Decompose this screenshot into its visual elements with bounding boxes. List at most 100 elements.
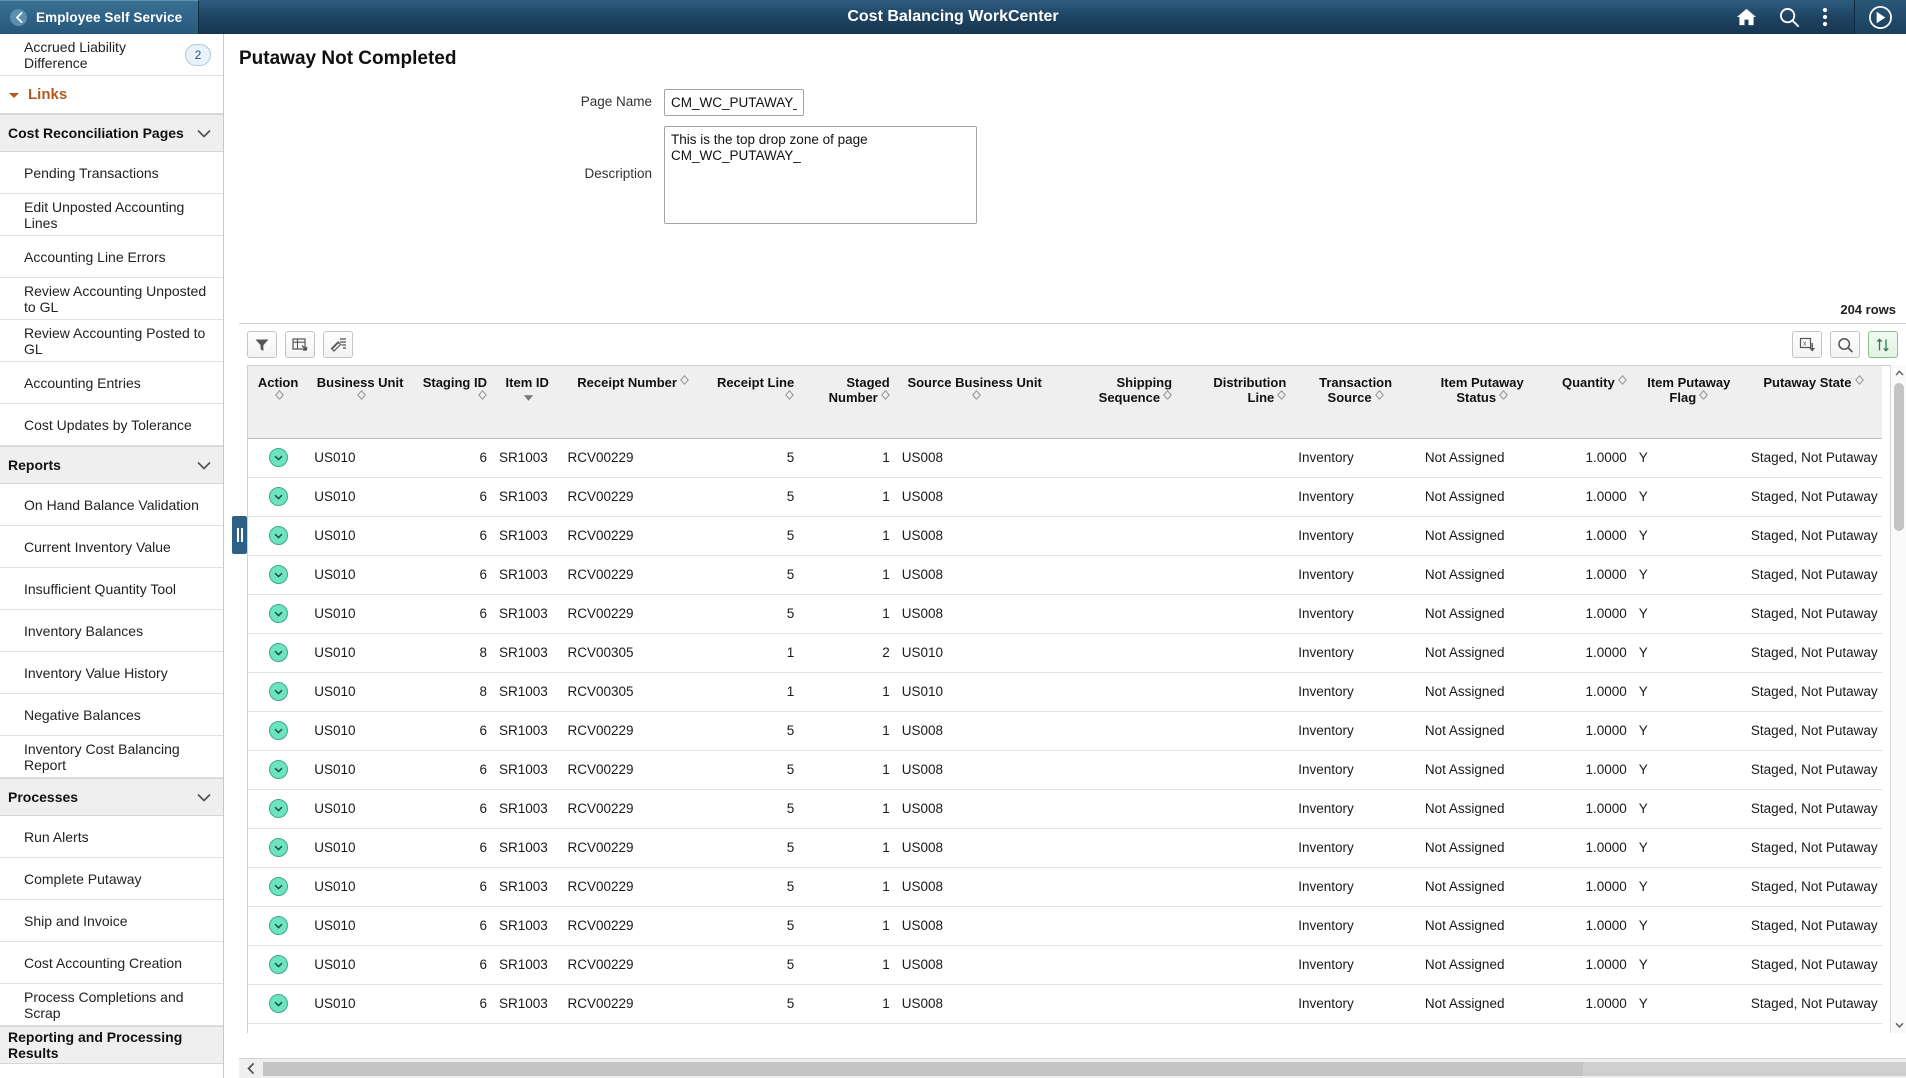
page-name-input[interactable]	[664, 89, 804, 116]
filter-icon[interactable]	[247, 331, 277, 358]
row-actions-chevron-down-icon[interactable]	[269, 838, 288, 857]
row-action-cell[interactable]	[248, 906, 308, 945]
column-header-transaction-source[interactable]: Transaction Source	[1292, 366, 1419, 438]
column-header-receipt-number[interactable]: Receipt Number	[561, 366, 704, 438]
table-row[interactable]: US0106SR1003RCV0022951US008InventoryNot …	[248, 984, 1882, 1023]
row-action-cell[interactable]	[248, 672, 308, 711]
sidebar-item-current-inventory-value[interactable]: Current Inventory Value	[0, 526, 223, 568]
sidebar-group-reports[interactable]: Reports	[0, 446, 223, 484]
sort-toggle-icon[interactable]	[1615, 378, 1627, 390]
table-row[interactable]: US0106SR1003RCV0022951US008InventoryNot …	[248, 867, 1882, 906]
row-action-cell[interactable]	[248, 789, 308, 828]
sidebar-item-review-accounting-posted-to-gl[interactable]: Review Accounting Posted to GL	[0, 320, 223, 362]
table-row[interactable]: US0108SR1003RCV0030511US010InventoryNot …	[248, 672, 1882, 711]
column-header-putaway-state[interactable]: Putaway State	[1745, 366, 1882, 438]
sidebar-group-reporting-and-processing-results[interactable]: Reporting and Processing Results	[0, 1026, 223, 1064]
search-icon[interactable]	[1779, 7, 1800, 28]
sidebar-item-insufficient-quantity-tool[interactable]: Insufficient Quantity Tool	[0, 568, 223, 610]
row-actions-chevron-down-icon[interactable]	[269, 955, 288, 974]
grid-horizontal-scrollbar-track[interactable]	[1583, 1062, 1906, 1076]
row-action-cell[interactable]	[248, 750, 308, 789]
row-actions-chevron-down-icon[interactable]	[269, 877, 288, 896]
description-textarea[interactable]: This is the top drop zone of page CM_WC_…	[664, 126, 977, 224]
sidebar-item-accounting-entries[interactable]: Accounting Entries	[0, 362, 223, 404]
grid-vertical-scrollbar[interactable]	[1890, 365, 1906, 1033]
column-header-item-putaway-status[interactable]: Item Putaway Status	[1419, 366, 1546, 438]
table-row[interactable]: US0106SR1003RCV0022951US008InventoryNot …	[248, 828, 1882, 867]
sidebar-item-negative-balances[interactable]: Negative Balances	[0, 694, 223, 736]
sort-toggle-icon[interactable]	[354, 393, 366, 405]
column-header-distribution-line[interactable]: Distribution Line	[1178, 366, 1292, 438]
table-row[interactable]: US0106SR1003RCV0022951US008InventoryNot …	[248, 555, 1882, 594]
row-actions-chevron-down-icon[interactable]	[269, 604, 288, 623]
row-action-cell[interactable]	[248, 633, 308, 672]
column-header-shipping-sequence[interactable]: Shipping Sequence	[1054, 366, 1179, 438]
grid-search-icon[interactable]	[1830, 331, 1860, 358]
sort-toggle-icon[interactable]	[1852, 378, 1864, 390]
column-header-staging-id[interactable]: Staging ID	[412, 366, 493, 438]
sidebar-item-inventory-value-history[interactable]: Inventory Value History	[0, 652, 223, 694]
grid-vertical-scrollbar-thumb[interactable]	[1894, 383, 1904, 531]
sidebar-item-on-hand-balance-validation[interactable]: On Hand Balance Validation	[0, 484, 223, 526]
row-actions-chevron-down-icon[interactable]	[269, 994, 288, 1013]
grid-scroll-up-icon[interactable]	[1891, 365, 1906, 381]
row-action-cell[interactable]	[248, 477, 308, 516]
sort-toggle-icon[interactable]	[878, 393, 890, 405]
grid-horizontal-scrollbar[interactable]	[239, 1058, 1906, 1078]
table-row[interactable]: US0106SR1003RCV0022951US008InventoryNot …	[248, 906, 1882, 945]
back-to-employee-self-service-button[interactable]: Employee Self Service	[0, 0, 199, 34]
table-row[interactable]: US0108SR1003RCV0030512US010InventoryNot …	[248, 633, 1882, 672]
sort-toggle-icon[interactable]	[272, 393, 284, 405]
row-actions-chevron-down-icon[interactable]	[269, 799, 288, 818]
column-header-staged-number[interactable]: Staged Number	[800, 366, 896, 438]
row-action-cell[interactable]	[248, 516, 308, 555]
sort-toggle-icon[interactable]	[677, 378, 689, 390]
sidebar-item-review-accounting-unposted-to-gl[interactable]: Review Accounting Unposted to GL	[0, 278, 223, 320]
row-actions-chevron-down-icon[interactable]	[269, 682, 288, 701]
row-action-cell[interactable]	[248, 984, 308, 1023]
sidebar-collapse-handle[interactable]	[232, 516, 247, 554]
row-actions-chevron-down-icon[interactable]	[269, 448, 288, 467]
table-row[interactable]: US0106SR1003RCV0022951US008InventoryNot …	[248, 1023, 1882, 1033]
sort-toggle-icon[interactable]	[1696, 393, 1708, 405]
sidebar-item-inventory-balances[interactable]: Inventory Balances	[0, 610, 223, 652]
column-header-quantity[interactable]: Quantity	[1546, 366, 1633, 438]
table-row[interactable]: US0106SR1003RCV0022951US008InventoryNot …	[248, 711, 1882, 750]
personalize-icon[interactable]	[323, 331, 353, 358]
table-row[interactable]: US0106SR1003RCV0022951US008InventoryNot …	[248, 594, 1882, 633]
grid-scroll-left-icon[interactable]	[239, 1059, 263, 1078]
grid-layout-icon[interactable]	[285, 331, 315, 358]
column-header-receipt-line[interactable]: Receipt Line	[705, 366, 801, 438]
table-row[interactable]: US0106SR1003RCV0022951US008InventoryNot …	[248, 789, 1882, 828]
sort-descending-icon[interactable]	[520, 393, 534, 405]
actions-menu-icon[interactable]	[1822, 7, 1828, 27]
row-action-cell[interactable]	[248, 594, 308, 633]
table-row[interactable]: US0106SR1003RCV0022951US008InventoryNot …	[248, 945, 1882, 984]
row-actions-chevron-down-icon[interactable]	[269, 760, 288, 779]
grid-horizontal-scrollbar-thumb[interactable]	[263, 1062, 1583, 1076]
sidebar-item-process-completions-and-scrap[interactable]: Process Completions and Scrap	[0, 984, 223, 1026]
row-action-cell[interactable]	[248, 711, 308, 750]
table-row[interactable]: US0106SR1003RCV0022951US008InventoryNot …	[248, 516, 1882, 555]
sort-icon[interactable]	[1868, 331, 1898, 358]
sort-toggle-icon[interactable]	[1496, 393, 1508, 405]
home-icon[interactable]	[1736, 7, 1757, 27]
sidebar-group-cost-reconciliation-pages[interactable]: Cost Reconciliation Pages	[0, 114, 223, 152]
sidebar-item-cost-updates-by-tolerance[interactable]: Cost Updates by Tolerance	[0, 404, 223, 446]
row-actions-chevron-down-icon[interactable]	[269, 565, 288, 584]
links-section-header[interactable]: Links	[0, 76, 223, 114]
row-action-cell[interactable]	[248, 1023, 308, 1033]
sort-toggle-icon[interactable]	[1372, 393, 1384, 405]
sort-toggle-icon[interactable]	[1160, 393, 1172, 405]
nav-bar-icon[interactable]	[1854, 0, 1906, 34]
sidebar-item-run-alerts[interactable]: Run Alerts	[0, 816, 223, 858]
sort-toggle-icon[interactable]	[1274, 393, 1286, 405]
row-action-cell[interactable]	[248, 438, 308, 477]
column-header-business-unit[interactable]: Business Unit	[308, 366, 412, 438]
sort-toggle-icon[interactable]	[782, 393, 794, 405]
sidebar-item-inventory-cost-balancing-report[interactable]: Inventory Cost Balancing Report	[0, 736, 223, 778]
sort-toggle-icon[interactable]	[969, 393, 981, 405]
sidebar-item-ship-and-invoice[interactable]: Ship and Invoice	[0, 900, 223, 942]
sidebar-item-accrued-liability-difference[interactable]: Accrued Liability Difference 2	[0, 34, 223, 76]
table-row[interactable]: US0106SR1003RCV0022951US008InventoryNot …	[248, 750, 1882, 789]
